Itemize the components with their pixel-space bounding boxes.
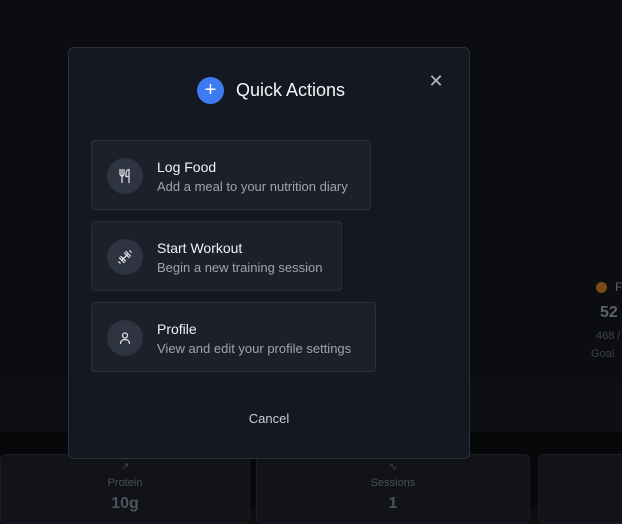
user-icon: [107, 320, 143, 356]
macro-subtext: 468 /: [596, 330, 621, 342]
macro-color-dot: [596, 282, 607, 293]
modal-title: Quick Actions: [236, 79, 346, 100]
stat-card-value: 10g: [111, 495, 139, 512]
quick-actions-modal: + Quick Actions ✕ Log Food Add a meal to…: [68, 47, 470, 459]
modal-header: + Quick Actions: [197, 76, 346, 104]
action-title: Start Workout: [157, 240, 243, 256]
action-start-workout[interactable]: Start Workout Begin a new training sessi…: [91, 221, 342, 291]
stat-card-label: Protein: [107, 477, 143, 489]
macro-value: 52: [600, 304, 618, 321]
action-description: Add a meal to your nutrition diary: [157, 179, 348, 194]
macro-label: F: [615, 280, 622, 294]
stat-card-partial: [538, 454, 622, 524]
stat-card-protein: ↗ Protein 10g: [0, 454, 250, 524]
dumbbell-icon: [107, 239, 143, 275]
action-log-food[interactable]: Log Food Add a meal to your nutrition di…: [91, 140, 371, 210]
utensils-icon: [107, 158, 143, 194]
plus-icon: +: [197, 76, 224, 104]
stat-card-value: 1: [388, 495, 398, 512]
trend-up-icon: ↗: [120, 461, 130, 473]
macro-goal: Goal: [591, 348, 615, 360]
action-description: Begin a new training session: [157, 260, 323, 275]
cancel-button[interactable]: Cancel: [235, 408, 303, 430]
activity-icon: ∿: [388, 461, 398, 473]
action-title: Profile: [157, 321, 197, 337]
action-title: Log Food: [157, 159, 217, 175]
close-icon[interactable]: ✕: [428, 72, 444, 90]
action-profile[interactable]: Profile View and edit your profile setti…: [91, 302, 376, 372]
action-description: View and edit your profile settings: [157, 341, 352, 356]
stat-card-label: Sessions: [370, 477, 416, 489]
stat-card-sessions: ∿ Sessions 1: [256, 454, 530, 524]
